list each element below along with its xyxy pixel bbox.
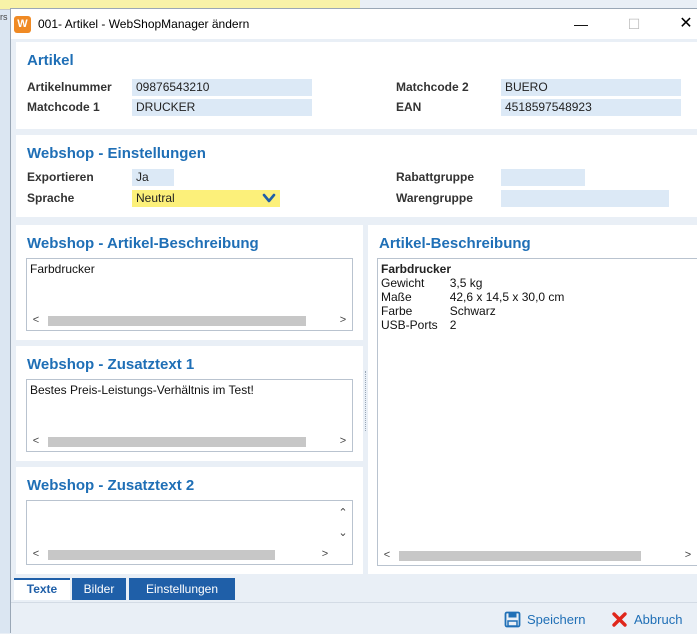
save-button[interactable]: Speichern — [504, 609, 586, 629]
ws-extra-text2-title: Webshop - Zusatztext 2 — [27, 477, 195, 494]
warengruppe-field[interactable] — [501, 190, 669, 207]
background-fragment: rs — [0, 12, 8, 22]
ws-extra-text2-panel: Webshop - Zusatztext 2 ⌃ ⌄ < > — [16, 467, 363, 574]
ean-field[interactable]: 4518597548923 — [501, 99, 681, 116]
app-icon: W — [14, 16, 31, 33]
tab-bilder[interactable]: Bilder — [72, 578, 126, 600]
row-key: Gewicht — [381, 276, 425, 290]
action-bar: Speichern Abbruch — [11, 602, 697, 634]
save-icon — [504, 611, 521, 627]
ws-extra-text1-panel: Webshop - Zusatztext 1 Bestes Preis-Leis… — [16, 346, 363, 461]
background-app — [0, 0, 10, 633]
ws-description-panel: Webshop - Artikel-Beschreibung Farbdruck… — [16, 225, 363, 340]
artikelnummer-label: Artikelnummer — [27, 80, 112, 94]
close-button[interactable]: ✕ — [663, 9, 697, 39]
cancel-label: Abbruch — [634, 611, 683, 627]
row-key: USB-Ports — [381, 318, 438, 332]
artikel-panel: Artikel Artikelnummer 09876543210 Matchc… — [16, 42, 697, 129]
matchcode1-field[interactable]: DRUCKER — [132, 99, 312, 116]
horizontal-scrollbar[interactable]: < > — [28, 433, 351, 450]
scroll-right-icon[interactable]: > — [317, 546, 333, 563]
description-heading: Farbdrucker — [381, 262, 452, 276]
ws-description-title: Webshop - Artikel-Beschreibung — [27, 235, 259, 252]
scroll-left-icon[interactable]: < — [379, 547, 395, 564]
ws-extra-text1-title: Webshop - Zusatztext 1 — [27, 356, 195, 373]
description-table: Gewicht 3,5 kg Maße 42,6 x 14,5 x 30,0 cm … — [381, 276, 576, 332]
scroll-left-icon[interactable]: < — [28, 433, 44, 450]
scrollbar-thumb[interactable] — [399, 551, 641, 561]
row-value: Schwarz — [449, 304, 496, 318]
maximize-button[interactable]: ☐ — [611, 9, 657, 39]
ws-extra-text2-textbox[interactable]: ⌃ ⌄ < > — [26, 500, 353, 565]
sprache-dropdown[interactable]: Neutral — [132, 190, 280, 207]
ws-description-text: Farbdrucker — [30, 262, 95, 276]
ean-label: EAN — [396, 100, 422, 114]
warengruppe-label: Warengruppe — [396, 191, 473, 205]
cancel-icon — [612, 611, 627, 627]
ws-extra-text1-text: Bestes Preis-Leistungs-Verhältnis im Tes… — [30, 383, 254, 397]
row-value: 42,6 x 14,5 x 30,0 cm — [449, 290, 565, 304]
cancel-button[interactable]: Abbruch — [611, 609, 682, 629]
tab-einstellungen[interactable]: Einstellungen — [129, 578, 235, 600]
table-row: USB-Ports 2 — [381, 318, 576, 332]
scrollbar-thumb[interactable] — [48, 316, 306, 326]
minimize-button[interactable]: — — [558, 9, 604, 39]
scroll-down-icon[interactable]: ⌄ — [335, 526, 351, 540]
rabattgruppe-field[interactable] — [501, 169, 585, 186]
row-key: Farbe — [381, 304, 413, 318]
horizontal-scrollbar[interactable]: < > — [28, 312, 351, 329]
row-value: 2 — [449, 318, 457, 332]
rabattgruppe-label: Rabattgruppe — [396, 170, 474, 184]
article-description-box[interactable]: Farbdrucker Gewicht 3,5 kg Maße 42,6 x 14,… — [377, 258, 697, 566]
tab-texte[interactable]: Texte — [14, 578, 70, 600]
artikelnummer-field[interactable]: 09876543210 — [132, 79, 312, 96]
article-description-title: Artikel-Beschreibung — [379, 235, 531, 252]
window-title: 001- Artikel - WebShopManager ändern — [38, 17, 250, 31]
edit-dialog: W 001- Artikel - WebShopManager ändern —… — [10, 8, 697, 634]
artikel-panel-title: Artikel — [27, 52, 74, 69]
table-row: Farbe Schwarz — [381, 304, 576, 318]
ws-description-textbox[interactable]: Farbdrucker < > — [26, 258, 353, 331]
ws-extra-text1-textbox[interactable]: Bestes Preis-Leistungs-Verhältnis im Tes… — [26, 379, 353, 452]
scroll-left-icon[interactable]: < — [28, 546, 44, 563]
matchcode2-field[interactable]: BUERO — [501, 79, 681, 96]
chevron-down-icon — [262, 193, 276, 203]
matchcode1-label: Matchcode 1 — [27, 100, 100, 114]
horizontal-scrollbar[interactable]: < > — [28, 546, 351, 563]
matchcode2-label: Matchcode 2 — [396, 80, 469, 94]
scroll-left-icon[interactable]: < — [28, 312, 44, 329]
article-description-panel: Artikel-Beschreibung Farbdrucker Gewicht… — [368, 225, 697, 574]
row-key: Maße — [381, 290, 412, 304]
scrollbar-thumb[interactable] — [48, 437, 306, 447]
sprache-value: Neutral — [136, 191, 175, 205]
exportieren-label: Exportieren — [27, 170, 94, 184]
webshop-settings-panel: Webshop - Einstellungen Exportieren Ja S… — [16, 135, 697, 217]
save-label: Speichern — [527, 611, 586, 627]
horizontal-scrollbar[interactable]: < > — [379, 547, 696, 564]
table-row: Maße 42,6 x 14,5 x 30,0 cm — [381, 290, 576, 304]
scroll-right-icon[interactable]: > — [680, 547, 696, 564]
scroll-up-icon[interactable]: ⌃ — [335, 506, 351, 520]
vertical-scrollbar[interactable]: ⌃ ⌄ — [335, 502, 351, 546]
table-row: Gewicht 3,5 kg — [381, 276, 576, 290]
exportieren-field[interactable]: Ja — [132, 169, 174, 186]
scroll-right-icon[interactable]: > — [335, 433, 351, 450]
webshop-settings-title: Webshop - Einstellungen — [27, 145, 206, 162]
title-bar: W 001- Artikel - WebShopManager ändern —… — [11, 9, 697, 39]
scrollbar-thumb[interactable] — [48, 550, 275, 560]
scroll-right-icon[interactable]: > — [335, 312, 351, 329]
row-value: 3,5 kg — [449, 276, 483, 290]
sprache-label: Sprache — [27, 191, 75, 205]
